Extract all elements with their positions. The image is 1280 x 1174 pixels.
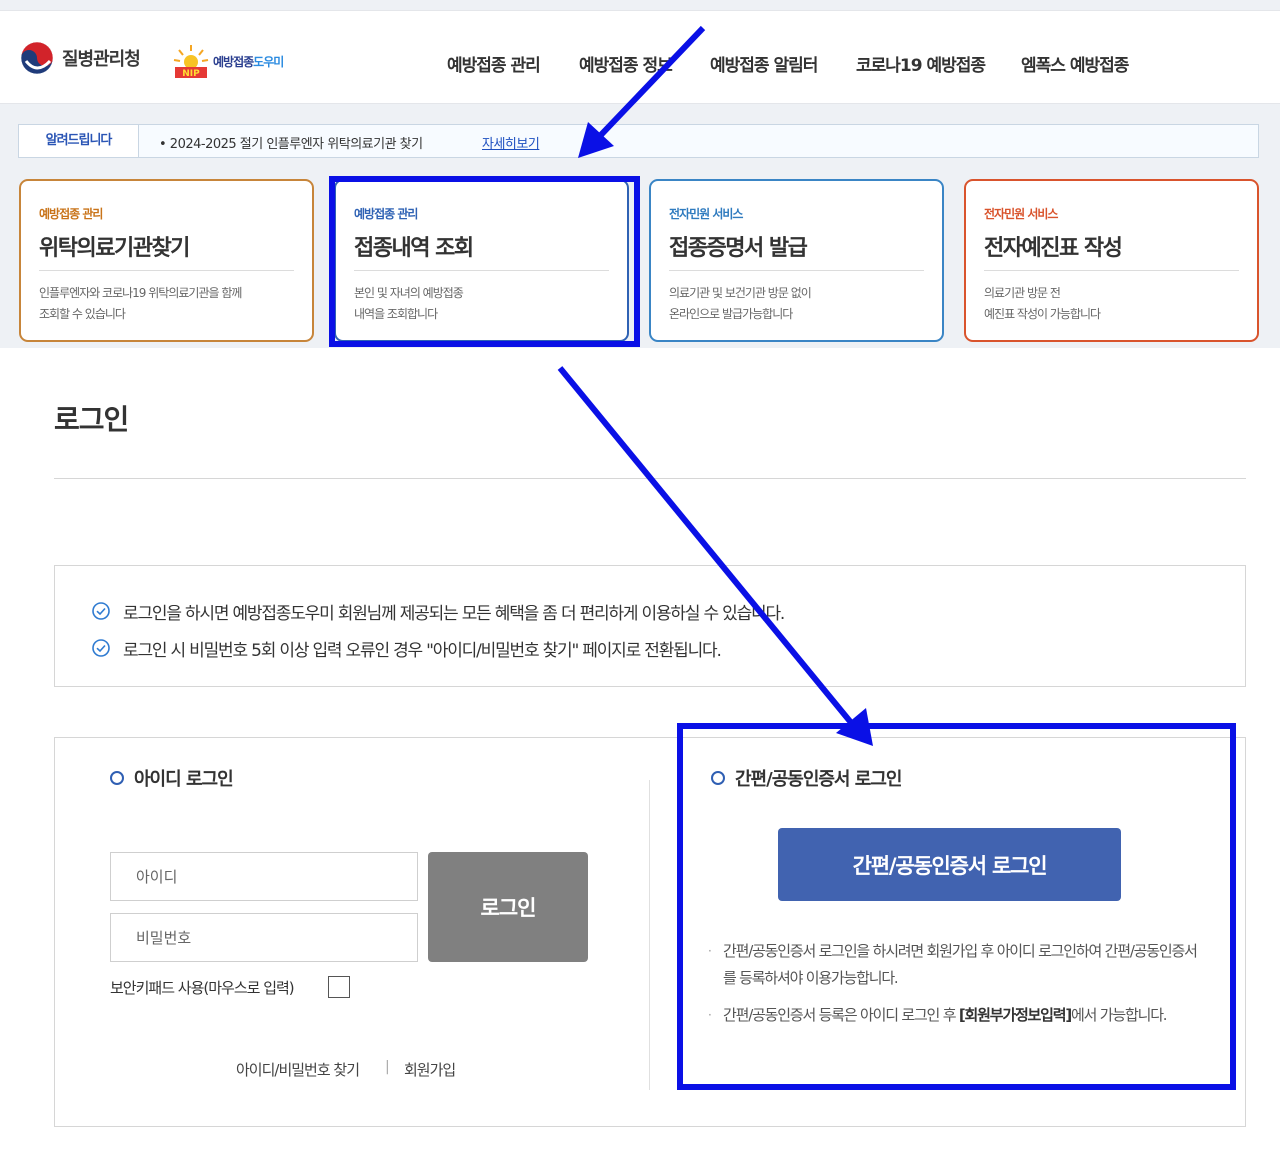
nav-covid19-vaccination[interactable]: 코로나19 예방접종: [856, 51, 986, 76]
card-desc-line: 내역을 조회합니다: [354, 307, 438, 321]
login-column-divider: [649, 780, 650, 1090]
card-description: 의료기관 방문 전 예진표 작성이 가능합니다: [984, 283, 1101, 325]
login-info-box: 로그인을 하시면 예방접종도우미 회원님께 제공되는 모든 혜택을 좀 더 편리…: [54, 565, 1246, 687]
card-category: 전자민원 서비스: [984, 207, 1058, 221]
notice-message: • 2024-2025 절기 인플루엔자 위탁의료기관 찾기: [159, 137, 423, 152]
card-desc-line: 본인 및 자녀의 예방접종: [354, 286, 464, 300]
password-input[interactable]: [110, 913, 418, 962]
cert-note-post: 에서 가능합니다.: [1071, 1006, 1168, 1024]
login-button[interactable]: 로그인: [428, 852, 588, 962]
cert-note: · 간편/공동인증서 등록은 아이디 로그인 후 [회원부가정보입력]에서 가능…: [708, 1002, 1208, 1029]
cert-note-bold: [회원부가정보입력]: [958, 1006, 1072, 1024]
bullet-dot-icon: ·: [708, 1008, 712, 1022]
card-desc-line: 조회할 수 있습니다: [39, 307, 126, 321]
card-category: 전자민원 서비스: [669, 207, 743, 221]
id-input[interactable]: [110, 852, 418, 901]
cert-note-pre: 간편/공동인증서 등록은 아이디 로그인 후: [723, 1006, 959, 1024]
find-id-password-link[interactable]: 아이디/비밀번호 찾기: [236, 1059, 360, 1080]
bullet-dot-icon: ·: [708, 944, 712, 958]
org-name: 질병관리청: [62, 49, 141, 70]
id-login-title-text: 아이디 로그인: [134, 769, 234, 790]
check-circle-icon: [92, 639, 110, 657]
secure-keypad-checkbox[interactable]: [328, 976, 350, 998]
nip-logo[interactable]: NIP 예방접종 도우미: [171, 41, 284, 81]
card-desc-line: 의료기관 및 보건기관 방문 없이: [669, 286, 812, 300]
nip-badge: NIP: [182, 69, 200, 79]
card-description: 인플루엔자와 코로나19 위탁의료기관을 함께 조회할 수 있습니다: [39, 283, 242, 325]
card-find-clinic[interactable]: 예방접종 관리 위탁의료기관찾기 인플루엔자와 코로나19 위탁의료기관을 함께…: [19, 179, 314, 342]
sun-logo-icon: NIP: [173, 45, 209, 79]
card-divider: [669, 270, 924, 271]
site-logo-text1: 예방접종: [213, 54, 254, 69]
card-title: 전자예진표 작성: [984, 236, 1123, 261]
card-category: 예방접종 관리: [39, 207, 103, 221]
link-separator: |: [385, 1059, 390, 1075]
info-text: 로그인 시 비밀번호 5회 이상 입력 오류인 경우 "아이디/비밀번호 찾기"…: [123, 640, 722, 661]
site-logo-text2: 도우미: [253, 54, 284, 69]
info-item: 로그인 시 비밀번호 5회 이상 입력 오류인 경우 "아이디/비밀번호 찾기"…: [91, 636, 722, 661]
join-link[interactable]: 회원가입: [404, 1059, 456, 1080]
secure-keypad-label: 보안키패드 사용(마우스로 입력): [110, 979, 295, 997]
card-vaccination-history[interactable]: 예방접종 관리 접종내역 조회 본인 및 자녀의 예방접종 내역을 조회합니다: [334, 179, 629, 342]
id-login-title: 아이디 로그인: [110, 766, 234, 790]
card-divider: [984, 270, 1239, 271]
notice-badge: 알려드립니다: [19, 125, 139, 157]
card-desc-line: 의료기관 방문 전: [984, 286, 1061, 300]
nav-vaccination-management[interactable]: 예방접종 관리: [447, 51, 541, 76]
card-desc-line: 인플루엔자와 코로나19 위탁의료기관을 함께: [39, 286, 242, 300]
info-text: 로그인을 하시면 예방접종도우미 회원님께 제공되는 모든 혜택을 좀 더 편리…: [123, 603, 785, 624]
check-circle-icon: [92, 602, 110, 620]
card-certificate-issue[interactable]: 전자민원 서비스 접종증명서 발급 의료기관 및 보건기관 방문 없이 온라인으…: [649, 179, 944, 342]
kdca-logo[interactable]: 질병관리청: [20, 41, 141, 75]
page-title: 로그인: [54, 403, 129, 436]
card-title: 위탁의료기관찾기: [39, 236, 190, 261]
cert-login-title: 간편/공동인증서 로그인: [711, 766, 902, 790]
notice-detail-link[interactable]: 자세히보기: [482, 133, 540, 152]
card-category: 예방접종 관리: [354, 207, 418, 221]
card-e-prescreening[interactable]: 전자민원 서비스 전자예진표 작성 의료기관 방문 전 예진표 작성이 가능합니…: [964, 179, 1259, 342]
card-description: 본인 및 자녀의 예방접종 내역을 조회합니다: [354, 283, 464, 325]
cert-note: · 간편/공동인증서 로그인을 하시려면 회원가입 후 아이디 로그인하여 간편…: [708, 938, 1208, 992]
ring-bullet-icon: [110, 771, 124, 785]
notice-bar: 알려드립니다 • 2024-2025 절기 인플루엔자 위탁의료기관 찾기 자세…: [18, 124, 1259, 158]
nav-vaccination-info[interactable]: 예방접종 정보: [579, 51, 674, 76]
taegeuk-icon: [20, 41, 54, 75]
site-header: 질병관리청 NIP 예방접종 도우미 예방접종 관리 예방접종 정보 예방접종 알…: [0, 10, 1280, 104]
cert-login-button[interactable]: 간편/공동인증서 로그인: [778, 828, 1121, 901]
title-divider: [54, 478, 1246, 479]
card-title: 접종증명서 발급: [669, 236, 808, 261]
cert-note-text: 간편/공동인증서 등록은 아이디 로그인 후 [회원부가정보입력]에서 가능합니…: [723, 1002, 1208, 1029]
info-item: 로그인을 하시면 예방접종도우미 회원님께 제공되는 모든 혜택을 좀 더 편리…: [91, 599, 785, 624]
nav-vaccination-alerts[interactable]: 예방접종 알림터: [710, 51, 818, 76]
ring-bullet-icon: [711, 771, 725, 785]
cert-login-title-text: 간편/공동인증서 로그인: [735, 769, 902, 790]
card-desc-line: 온라인으로 발급가능합니다: [669, 307, 793, 321]
card-desc-line: 예진표 작성이 가능합니다: [984, 307, 1101, 321]
nav-mpox-vaccination[interactable]: 엠폭스 예방접종: [1021, 51, 1129, 76]
card-divider: [39, 270, 294, 271]
card-title: 접종내역 조회: [354, 236, 474, 261]
cert-note-text: 간편/공동인증서 로그인을 하시려면 회원가입 후 아이디 로그인하여 간편/공…: [723, 942, 1198, 987]
card-divider: [354, 270, 609, 271]
card-description: 의료기관 및 보건기관 방문 없이 온라인으로 발급가능합니다: [669, 283, 812, 325]
